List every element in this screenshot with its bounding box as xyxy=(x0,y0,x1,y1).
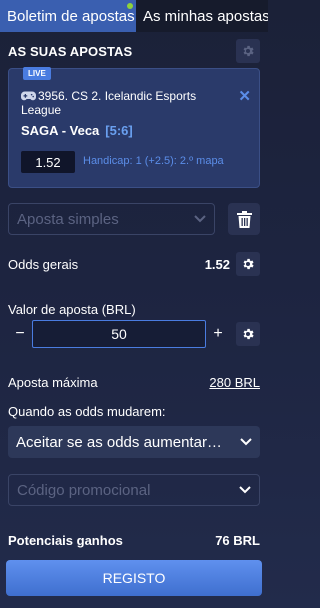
stake-label: Valor de aposta (BRL) xyxy=(8,301,136,317)
tab-bet-slip-label: Boletim de apostas xyxy=(7,7,135,25)
tab-bet-slip[interactable]: Boletim de apostas xyxy=(0,0,136,32)
chevron-down-icon xyxy=(194,215,206,223)
max-bet-label: Aposta máxima xyxy=(8,374,98,390)
stake-input[interactable]: 50 xyxy=(32,320,206,348)
chevron-down-icon xyxy=(240,438,252,446)
match-score: [5:6] xyxy=(105,123,133,138)
event-name: 3956. CS 2. Icelandic Esports League xyxy=(21,89,197,117)
bet-tabs: Boletim de apostas As minhas apostas xyxy=(0,0,268,32)
promo-code-field[interactable]: Código promocional xyxy=(8,474,260,506)
register-button[interactable]: REGISTO xyxy=(6,560,262,596)
odds-change-select[interactable]: Aceitar se as odds aumentar… xyxy=(8,426,260,458)
winnings-value: 76 BRL xyxy=(215,532,260,548)
stake-settings-button[interactable] xyxy=(236,322,260,346)
gear-icon xyxy=(243,45,254,57)
bets-title: AS SUAS APOSTAS xyxy=(8,43,133,59)
winnings-row: Potenciais ganhos 76 BRL xyxy=(8,530,260,550)
live-badge: LIVE xyxy=(23,67,51,80)
bet-card: LIVE 3956. CS 2. Icelandic Esports Leagu… xyxy=(8,67,260,188)
bet-type-select[interactable]: Aposta simples xyxy=(8,203,215,235)
odds-change-label-row: Quando as odds mudarem: xyxy=(8,402,260,420)
trash-icon xyxy=(236,210,252,228)
max-bet-link[interactable]: 280 BRL xyxy=(209,375,260,390)
bets-header: AS SUAS APOSTAS xyxy=(0,35,268,67)
odds-row: Odds gerais 1.52 xyxy=(8,252,230,276)
delete-button[interactable] xyxy=(228,203,260,235)
match-name: SAGA - Veca xyxy=(21,123,100,138)
max-bet-row: Aposta máxima 280 BRL xyxy=(8,372,260,392)
stake-label-row: Valor de aposta (BRL) xyxy=(8,300,260,318)
odds-change-value: Aceitar se as odds aumentar… xyxy=(16,433,222,451)
settings-button[interactable] xyxy=(236,39,260,63)
gamepad-icon xyxy=(21,91,36,101)
stake-plus-button[interactable]: + xyxy=(206,320,230,348)
tab-my-bets-label: As minhas apostas xyxy=(143,7,268,25)
promo-code-placeholder: Código promocional xyxy=(17,481,151,499)
bet-type-value: Aposta simples xyxy=(17,210,119,228)
match: SAGA - Veca [5:6] xyxy=(21,123,133,138)
bet-market: Handicap: 1 (+2.5): 2.º mapa xyxy=(83,155,224,167)
gear-icon xyxy=(243,328,254,340)
notification-dot xyxy=(127,3,133,9)
event-title: 3956. CS 2. Icelandic Esports League xyxy=(21,89,231,117)
winnings-label: Potenciais ganhos xyxy=(8,532,123,548)
odds-change-label: Quando as odds mudarem: xyxy=(8,403,166,419)
stake-stepper: − 50 + xyxy=(8,320,230,348)
tab-my-bets[interactable]: As minhas apostas xyxy=(136,0,268,32)
close-icon[interactable]: ✕ xyxy=(238,87,251,105)
stake-minus-button[interactable]: − xyxy=(8,320,32,348)
odds-settings-button[interactable] xyxy=(236,252,260,276)
odds-value: 1.52 xyxy=(204,256,230,272)
chevron-down-icon xyxy=(239,486,251,494)
bet-odd: 1.52 xyxy=(21,151,75,173)
gear-icon xyxy=(243,258,254,270)
odds-label: Odds gerais xyxy=(8,256,79,272)
